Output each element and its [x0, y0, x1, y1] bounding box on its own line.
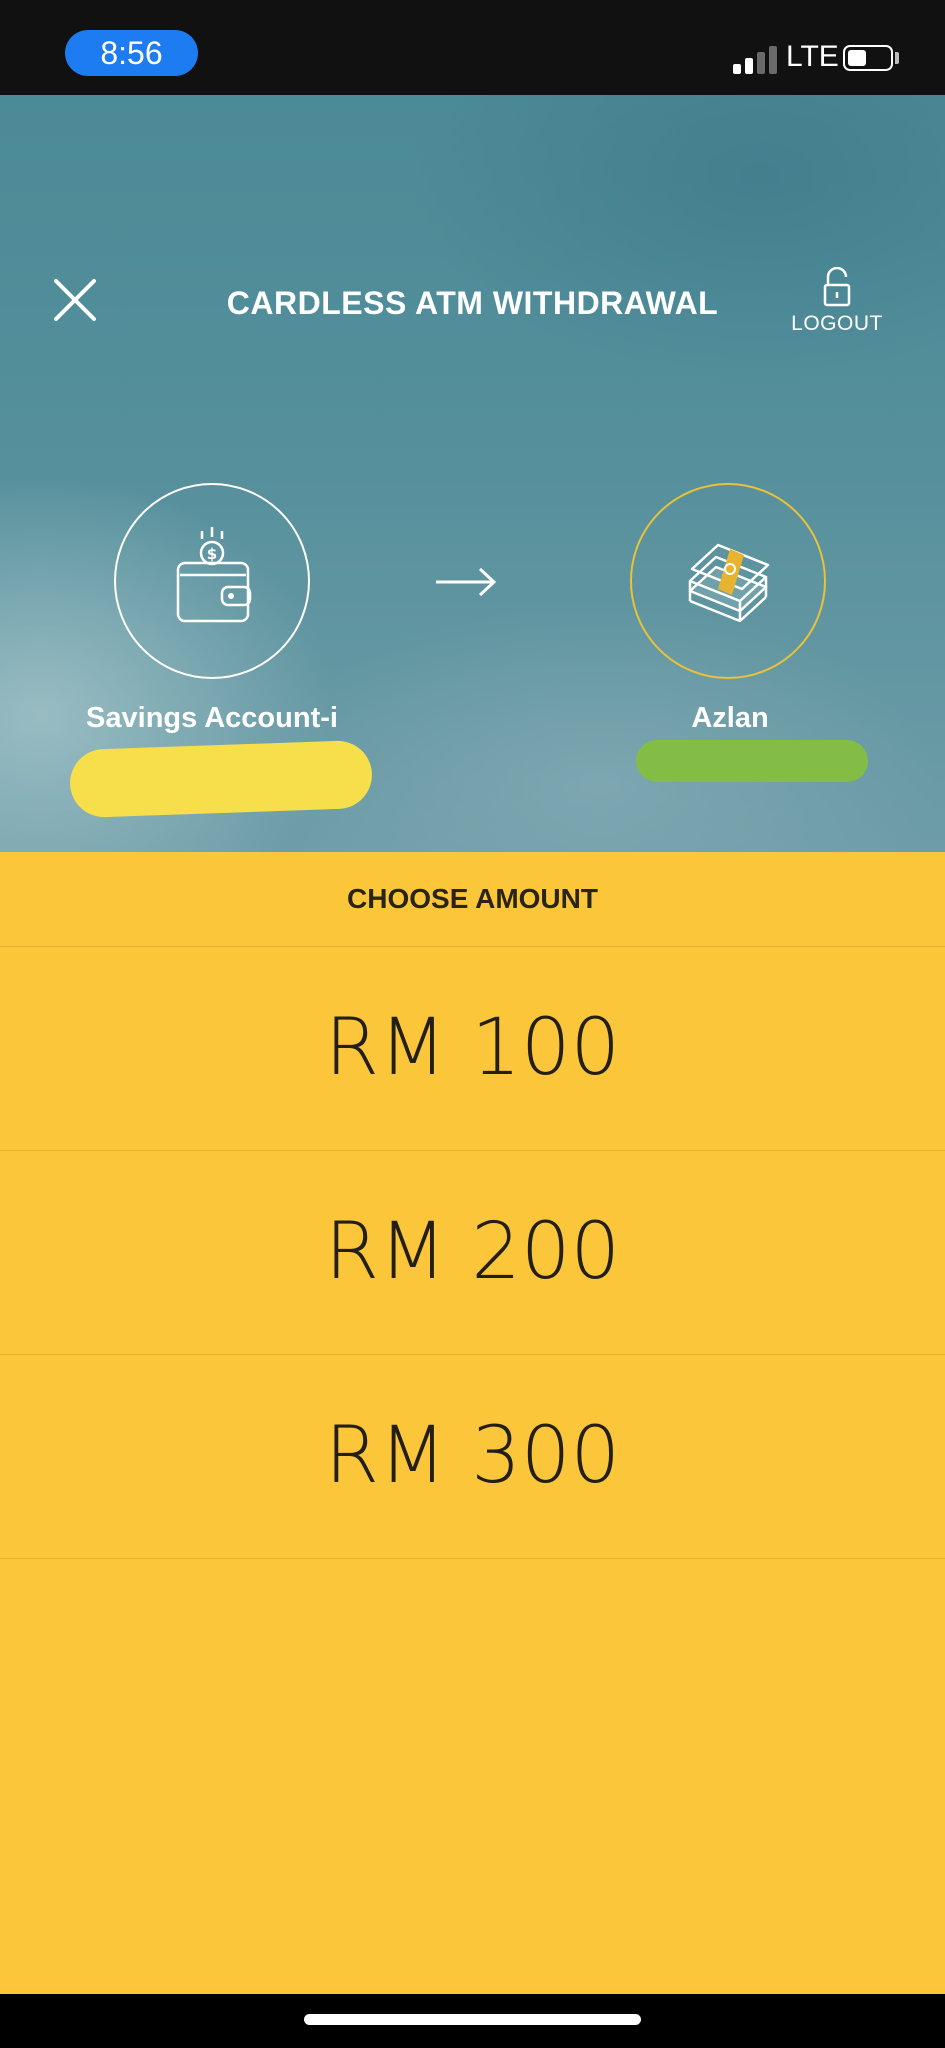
signal-icon: [733, 44, 777, 74]
payee-label: Azlan: [691, 702, 769, 734]
redaction-mark: [68, 739, 374, 819]
redaction-mark: [636, 740, 868, 782]
svg-text:$: $: [207, 545, 217, 563]
arrow-right-icon: [434, 565, 498, 599]
source-account-circle[interactable]: $: [114, 483, 310, 679]
status-bar: 8:56 LTE: [0, 0, 945, 95]
cash-stack-icon: [688, 543, 770, 623]
battery-icon: [843, 45, 893, 71]
network-label: LTE: [786, 40, 839, 73]
source-account-label: Savings Account-i: [86, 702, 338, 734]
choose-amount-heading: CHOOSE AMOUNT: [0, 852, 945, 947]
payee-circle[interactable]: [630, 483, 826, 679]
battery-tip: [895, 52, 899, 64]
logout-button[interactable]: LOGOUT: [782, 267, 892, 343]
amount-option[interactable]: RM 100: [0, 947, 945, 1151]
home-indicator[interactable]: [304, 2014, 641, 2025]
header-hero: CARDLESS ATM WITHDRAWAL LOGOUT $ Savings…: [0, 95, 945, 852]
logout-label: LOGOUT: [791, 312, 883, 335]
amount-option[interactable]: RM 300: [0, 1355, 945, 1559]
amount-panel: CHOOSE AMOUNT RM 100 RM 200 RM 300: [0, 852, 945, 1994]
amount-option[interactable]: RM 200: [0, 1151, 945, 1355]
status-time: 8:56: [65, 30, 198, 76]
wallet-icon: $: [176, 527, 252, 623]
unlock-icon: [823, 267, 851, 307]
